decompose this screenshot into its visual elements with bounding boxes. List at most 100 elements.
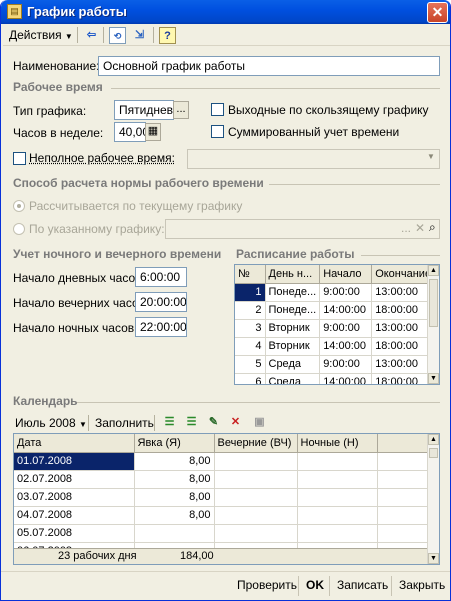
table-row[interactable]: 2 Понеде... 14:00:00 18:00:00 (235, 301, 436, 320)
refresh-icon[interactable]: ⟲ (109, 27, 126, 44)
col-night[interactable]: Ночные (Н) (297, 434, 378, 453)
table-row[interactable]: 3 Вторник 9:00:00 13:00:00 (235, 319, 436, 338)
row-start: 14:00:00 (319, 337, 373, 356)
ok-button[interactable]: OK (306, 578, 324, 592)
cell-filler (377, 488, 430, 507)
night-section: Учет ночного и вечерного времени (13, 247, 222, 261)
col-evening[interactable]: Вечерние (ВЧ) (214, 434, 298, 453)
sliding-days-checkbox[interactable] (211, 103, 224, 116)
scroll-down-icon[interactable]: ▼ (428, 553, 439, 564)
calendar-header: Дата Явка (Я) Вечерние (ВЧ) Ночные (Н) (14, 434, 430, 453)
name-label: Наименование: (13, 59, 100, 73)
copy-row-icon[interactable]: ☰ (183, 414, 200, 431)
col-number[interactable]: № (235, 265, 266, 284)
cell-evening (214, 470, 298, 489)
night-start-input[interactable]: 22:00:00 (135, 317, 187, 337)
norm-current-radio[interactable] (13, 200, 25, 212)
close-button[interactable]: Закрыть (399, 578, 445, 592)
part-time-select[interactable] (187, 149, 440, 169)
norm-specified-radio[interactable] (13, 223, 25, 235)
part-time-label: Неполное рабочее время: (29, 151, 175, 165)
table-row[interactable]: 5 Среда 9:00:00 13:00:00 (235, 355, 436, 374)
col-date[interactable]: Дата (14, 434, 135, 453)
window-title: График работы (27, 4, 127, 19)
col-filler (377, 434, 430, 453)
cell-evening (214, 506, 298, 525)
summarized-checkbox[interactable] (211, 125, 224, 138)
cell-date: 05.07.2008 (14, 524, 135, 543)
scroll-down-icon[interactable]: ▼ (428, 373, 439, 384)
hours-total: 184,00 (180, 550, 214, 562)
check-button[interactable]: Проверить (237, 578, 297, 592)
scroll-up-icon[interactable]: ▲ (428, 434, 439, 445)
scroll-up-icon[interactable]: ▲ (428, 265, 439, 276)
table-row[interactable]: 02.07.2008 8,00 (14, 470, 430, 489)
schedule-type-label: Тип графика: (13, 104, 87, 118)
end-edit-icon[interactable]: ▣ (251, 414, 268, 431)
col-end[interactable]: Окончание (371, 265, 436, 284)
scroll-thumb[interactable] (429, 448, 438, 458)
chevron-down-icon[interactable]: ▼ (427, 152, 435, 161)
col-start[interactable]: Начало (319, 265, 373, 284)
search-icon[interactable]: ⌕ (429, 220, 436, 235)
select-norm-button[interactable]: ... (401, 221, 411, 235)
back-arrow-icon[interactable]: ⇦ (83, 27, 100, 44)
calendar-scrollbar[interactable]: ▲ ▼ (427, 434, 439, 564)
row-number: 2 (235, 301, 266, 320)
row-number: 1 (235, 283, 266, 302)
norm-schedule-input[interactable] (165, 219, 440, 239)
row-day: Понеде... (265, 301, 321, 320)
actions-menu[interactable]: Действия ▼ (9, 27, 73, 43)
cell-attendance: 8,00 (134, 488, 215, 507)
calendar-section: Календарь (13, 394, 78, 408)
night-start-label: Начало ночных часов: (13, 321, 138, 335)
col-day[interactable]: День н... (265, 265, 321, 284)
table-row[interactable]: 01.07.2008 8,00 (14, 452, 430, 471)
cell-date: 04.07.2008 (14, 506, 135, 525)
schedule-type-input[interactable]: Пятидневка (114, 100, 174, 120)
day-start-input[interactable]: 6:00:00 (135, 267, 187, 287)
select-type-button[interactable]: ... (173, 101, 189, 119)
help-icon[interactable]: ? (159, 27, 176, 44)
cell-attendance: 8,00 (134, 470, 215, 489)
edit-row-icon[interactable]: ✎ (205, 414, 222, 431)
row-start: 9:00:00 (319, 319, 373, 338)
row-number: 6 (235, 373, 266, 384)
section-divider (111, 88, 440, 89)
row-start: 14:00:00 (319, 373, 373, 384)
add-row-icon[interactable]: ☰ (161, 414, 178, 431)
row-start: 14:00:00 (319, 301, 373, 320)
part-time-checkbox[interactable] (13, 152, 26, 165)
clear-icon[interactable]: ✕ (415, 221, 425, 235)
cell-filler (377, 524, 430, 543)
close-window-button[interactable]: ✕ (427, 2, 448, 23)
working-days-total: 23 рабочих дня (58, 550, 137, 562)
norm-specified-label: По указанному графику: (29, 222, 165, 236)
schedule-header: № День н... Начало Окончание (235, 265, 436, 284)
table-row[interactable]: 6 Среда 14:00:00 18:00:00 (235, 373, 436, 384)
table-row[interactable]: 04.07.2008 8,00 (14, 506, 430, 525)
table-row[interactable]: 4 Вторник 14:00:00 18:00:00 (235, 337, 436, 356)
col-attendance[interactable]: Явка (Я) (134, 434, 215, 453)
calculator-icon[interactable]: ▦ (145, 123, 161, 141)
evening-start-label: Начало вечерних часов: (13, 296, 149, 310)
row-number: 4 (235, 337, 266, 356)
table-row[interactable]: 05.07.2008 (14, 524, 430, 543)
day-start-label: Начало дневных часов: (13, 271, 145, 285)
schedule-scrollbar[interactable]: ▲ ▼ (427, 265, 439, 384)
row-end: 18:00:00 (371, 337, 436, 356)
name-input[interactable]: Основной график работы (98, 56, 440, 76)
evening-start-input[interactable]: 20:00:00 (135, 292, 187, 312)
table-row[interactable]: 03.07.2008 8,00 (14, 488, 430, 507)
month-selector[interactable]: Июль 2008 ▼ (15, 416, 87, 430)
go-to-icon[interactable]: ⇲ (131, 27, 148, 44)
form-buttons: Проверить OK Записать Закрыть (1, 571, 450, 600)
save-button[interactable]: Записать (337, 578, 388, 592)
fill-button[interactable]: Заполнить (95, 416, 154, 430)
delete-row-icon[interactable]: ✕ (227, 414, 244, 431)
hours-input[interactable]: 40,00 (114, 122, 146, 142)
title-bar: ▤ График работы ✕ (1, 0, 450, 24)
cell-date: 01.07.2008 (14, 452, 135, 471)
table-row[interactable]: 1 Понеде... 9:00:00 13:00:00 (235, 283, 436, 302)
scroll-thumb[interactable] (429, 279, 438, 327)
